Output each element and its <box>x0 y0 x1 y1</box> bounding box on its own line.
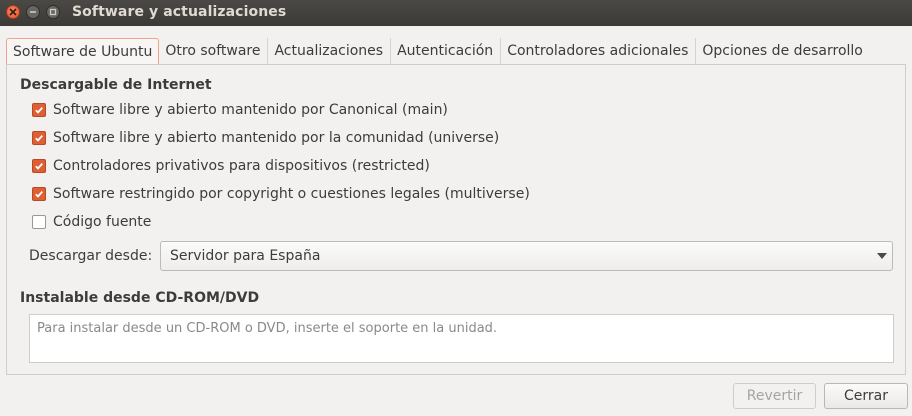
option-restricted-label: Controladores privativos para dispositiv… <box>53 158 430 174</box>
maximize-window-button[interactable] <box>46 5 60 19</box>
option-universe-label: Software libre y abierto mantenido por l… <box>53 130 500 146</box>
software-updates-window: Software y actualizaciones Software de U… <box>0 0 912 416</box>
check-icon <box>35 106 43 114</box>
close-window-button[interactable] <box>6 5 20 19</box>
check-icon <box>35 190 43 198</box>
download-server-combo[interactable]: Servidor para España <box>160 241 893 271</box>
checkbox-multiverse[interactable] <box>32 187 46 201</box>
download-server-value: Servidor para España <box>170 248 321 264</box>
close-button[interactable]: Cerrar <box>824 383 908 409</box>
check-icon <box>35 134 43 142</box>
checkbox-source-code[interactable] <box>32 215 46 229</box>
tab-panel: Descargable de Internet Software libre y… <box>6 64 906 375</box>
cdrom-section-title: Instalable desde CD-ROM/DVD <box>20 290 260 306</box>
minimize-window-button[interactable] <box>26 5 40 19</box>
tab-otro-software[interactable]: Otro software <box>159 38 269 65</box>
chevron-down-icon <box>872 253 892 259</box>
close-icon <box>9 8 17 16</box>
check-icon <box>35 162 43 170</box>
option-multiverse-label: Software restringido por copyright o cue… <box>53 186 530 202</box>
option-main[interactable]: Software libre y abierto mantenido por C… <box>32 100 448 120</box>
option-source-code-label: Código fuente <box>53 214 152 230</box>
checkbox-restricted[interactable] <box>32 159 46 173</box>
cdrom-source-list[interactable]: Para instalar desde un CD-ROM o DVD, ins… <box>29 314 894 363</box>
tab-autenticacion[interactable]: Autenticación <box>391 38 502 65</box>
maximize-icon <box>49 8 57 16</box>
checkbox-main[interactable] <box>32 103 46 117</box>
cdrom-placeholder: Para instalar desde un CD-ROM o DVD, ins… <box>37 321 498 336</box>
option-source-code[interactable]: Código fuente <box>32 212 151 232</box>
option-restricted[interactable]: Controladores privativos para dispositiv… <box>32 156 430 176</box>
revert-button[interactable]: Revertir <box>733 383 816 409</box>
download-from-label: Descargar desde: <box>29 248 153 264</box>
tab-controladores-adicionales[interactable]: Controladores adicionales <box>501 38 697 65</box>
tab-actualizaciones[interactable]: Actualizaciones <box>268 38 392 65</box>
option-universe[interactable]: Software libre y abierto mantenido por l… <box>32 128 499 148</box>
window-title: Software y actualizaciones <box>72 4 287 20</box>
tab-software-de-ubuntu[interactable]: Software de Ubuntu <box>6 38 160 65</box>
option-main-label: Software libre y abierto mantenido por C… <box>53 102 448 118</box>
title-bar: Software y actualizaciones <box>0 0 912 26</box>
tab-bar: Software de Ubuntu Otro software Actuali… <box>6 38 870 65</box>
checkbox-universe[interactable] <box>32 131 46 145</box>
tab-opciones-de-desarrollo[interactable]: Opciones de desarrollo <box>696 38 869 65</box>
option-multiverse[interactable]: Software restringido por copyright o cue… <box>32 184 530 204</box>
internet-section-title: Descargable de Internet <box>20 77 212 93</box>
minimize-icon <box>30 11 36 13</box>
